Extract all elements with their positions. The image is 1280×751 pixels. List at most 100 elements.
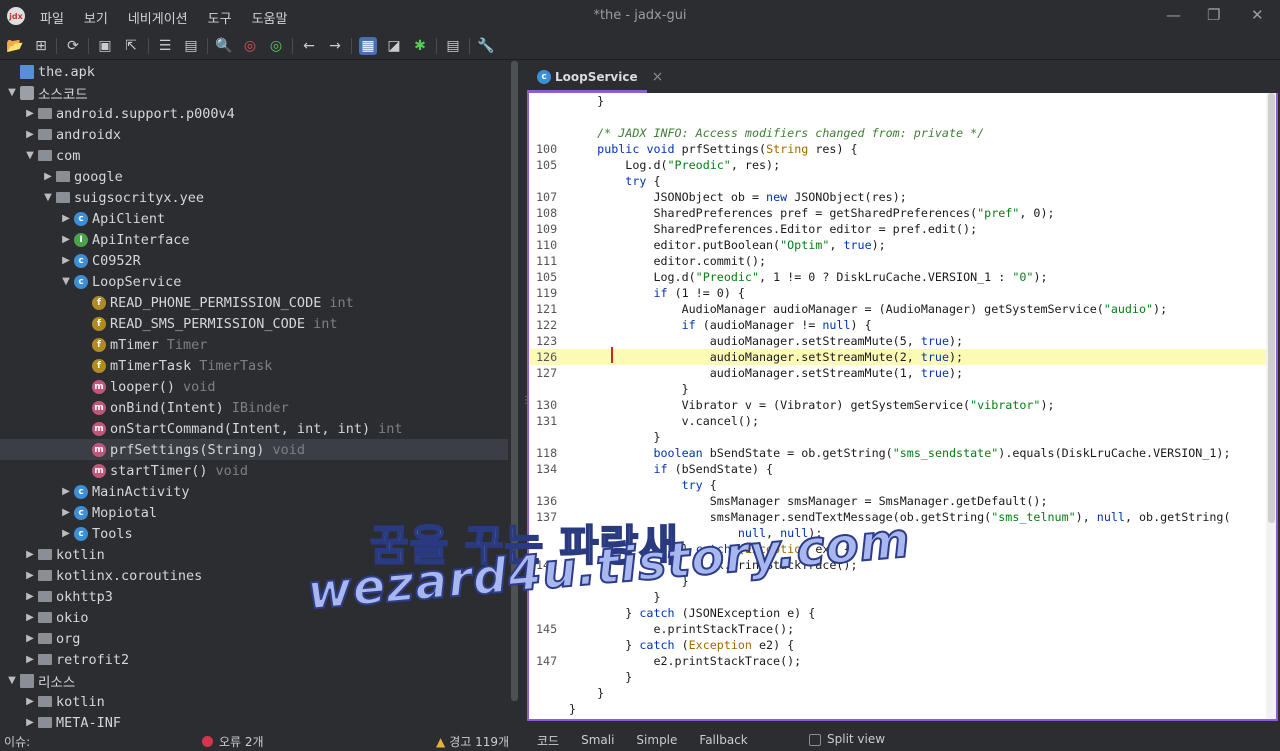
code-line[interactable]: 130 Vibrator v = (Vibrator) getSystemSer… (529, 397, 1276, 413)
tree-item[interactable]: f READ_PHONE_PERMISSION_CODE int (0, 292, 508, 313)
code-line[interactable]: } catch (Exception e2) { (529, 637, 1276, 653)
tree-item[interactable]: m prfSettings(String) void (0, 439, 508, 460)
find-class-icon[interactable]: ◎ (241, 37, 259, 55)
find-usage-icon[interactable]: ◎ (267, 37, 285, 55)
tree-item[interactable]: ▶ org (0, 628, 508, 649)
code-line[interactable]: 107 JSONObject ob = new JSONObject(res); (529, 189, 1276, 205)
collapse-arrow-icon[interactable]: ▼ (58, 276, 74, 287)
code-line[interactable]: try { (529, 173, 1276, 189)
expand-arrow-icon[interactable]: ▶ (58, 507, 74, 518)
collapse-arrow-icon[interactable]: ▼ (4, 87, 20, 98)
tree-item[interactable]: ▼ com (0, 145, 508, 166)
code-line[interactable]: 110 editor.putBoolean("Optim", true); (529, 237, 1276, 253)
tree-item[interactable]: ▶ google (0, 166, 508, 187)
expand-arrow-icon[interactable]: ▶ (40, 171, 56, 182)
tree-item[interactable]: ▶ kotlin (0, 691, 508, 712)
tree-item[interactable]: m looper() void (0, 376, 508, 397)
code-line[interactable]: null, null); (529, 525, 1276, 541)
collapse-arrow-icon[interactable]: ▼ (40, 192, 56, 203)
tree-item[interactable]: m onStartCommand(Intent, int, int) int (0, 418, 508, 439)
debug-icon[interactable]: ✱ (411, 37, 429, 55)
tree-item[interactable]: f READ_SMS_PERMISSION_CODE int (0, 313, 508, 334)
sync-icon[interactable]: ☰ (156, 37, 174, 55)
code-line[interactable]: 111 editor.commit(); (529, 253, 1276, 269)
expand-arrow-icon[interactable]: ▶ (22, 570, 38, 581)
tab-close-icon[interactable]: × (652, 69, 664, 85)
editor-scrollbar[interactable] (1266, 93, 1276, 719)
code-line[interactable] (529, 109, 1276, 125)
tab-smali[interactable]: Smali (581, 733, 614, 747)
tree-item[interactable]: ▶ okio (0, 607, 508, 628)
code-line[interactable]: 121 AudioManager audioManager = (AudioMa… (529, 301, 1276, 317)
settings-icon[interactable]: 🔧 (477, 37, 495, 55)
tree-item[interactable]: ▼ c LoopService (0, 271, 508, 292)
expand-arrow-icon[interactable]: ▶ (22, 591, 38, 602)
expand-arrow-icon[interactable]: ▶ (22, 549, 38, 560)
tree-item[interactable]: ▶ retrofit2 (0, 649, 508, 670)
code-line[interactable]: 100 public void prfSettings(String res) … (529, 141, 1276, 157)
expand-arrow-icon[interactable]: ▶ (22, 108, 38, 119)
code-line[interactable]: } (529, 589, 1276, 605)
code-line[interactable]: 141 ex.printStackTrace(); (529, 557, 1276, 573)
code-line[interactable]: 108 SharedPreferences pref = getSharedPr… (529, 205, 1276, 221)
tree-item[interactable]: ▶ kotlinx.coroutines (0, 565, 508, 586)
expand-arrow-icon[interactable]: ▶ (22, 612, 38, 623)
expand-arrow-icon[interactable]: ▶ (22, 633, 38, 644)
add-files-icon[interactable]: ⊞ (32, 37, 50, 55)
tab-code[interactable]: 코드 (537, 732, 559, 749)
code-line[interactable]: 109 SharedPreferences.Editor editor = pr… (529, 221, 1276, 237)
menu-item[interactable]: 네비게이션 (128, 8, 188, 27)
code-line[interactable]: 134 if (bSendState) { (529, 461, 1276, 477)
tree-item[interactable]: ▶ c C0952R (0, 250, 508, 271)
log-viewer-icon[interactable]: ▤ (444, 37, 462, 55)
quark-icon[interactable]: ◪ (385, 37, 403, 55)
tree-scrollbar[interactable] (509, 61, 519, 729)
expand-arrow-icon[interactable]: ▶ (58, 213, 74, 224)
menu-item[interactable]: 파일 (40, 8, 64, 27)
tree-item[interactable]: ▶ c Tools (0, 523, 508, 544)
expand-arrow-icon[interactable]: ▶ (22, 717, 38, 728)
tree-item[interactable]: ▶ META-INF (0, 712, 508, 730)
save-all-icon[interactable]: ▣ (96, 37, 114, 55)
export-icon[interactable]: ⇱ (122, 37, 140, 55)
code-editor[interactable]: } /* JADX INFO: Access modifiers changed… (527, 93, 1278, 721)
expand-arrow-icon[interactable]: ▶ (22, 696, 38, 707)
code-line[interactable]: 137 smsManager.sendTextMessage(ob.getStr… (529, 509, 1276, 525)
expand-arrow-icon[interactable]: ▶ (22, 129, 38, 140)
tree-item[interactable]: the.apk (0, 61, 508, 82)
reload-icon[interactable]: ⟳ (64, 37, 82, 55)
collapse-arrow-icon[interactable]: ▼ (4, 675, 20, 686)
tab-fallback[interactable]: Fallback (699, 733, 747, 747)
search-icon[interactable]: 🔍 (215, 37, 233, 55)
panel-splitter[interactable]: ⋮ (519, 61, 531, 729)
code-line[interactable]: } (529, 93, 1276, 109)
expand-arrow-icon[interactable]: ▶ (58, 255, 74, 266)
code-line[interactable]: 131 v.cancel(); (529, 413, 1276, 429)
tree-item[interactable]: f mTimerTask TimerTask (0, 355, 508, 376)
code-line[interactable]: } (529, 669, 1276, 685)
expand-arrow-icon[interactable]: ▶ (58, 234, 74, 245)
code-line[interactable]: 127 audioManager.setStreamMute(1, true); (529, 365, 1276, 381)
tab-simple[interactable]: Simple (636, 733, 677, 747)
code-line[interactable]: try { (529, 477, 1276, 493)
code-line[interactable]: } catch (JSONException e) { (529, 605, 1276, 621)
menu-item[interactable]: 보기 (84, 8, 108, 27)
split-view-checkbox[interactable] (809, 734, 821, 746)
open-file-icon[interactable]: 📂 (6, 37, 24, 55)
tree-item[interactable]: ▶ c Mopiotal (0, 502, 508, 523)
tab-loopservice[interactable]: c LoopService × (537, 61, 663, 93)
tree-scrollbar-thumb[interactable] (511, 61, 518, 701)
code-line[interactable]: } (529, 573, 1276, 589)
code-line[interactable]: /* JADX INFO: Access modifiers changed f… (529, 125, 1276, 141)
warnings-indicator[interactable]: ▲ 경고 119개 (436, 733, 509, 750)
code-line[interactable]: 118 boolean bSendState = ob.getString("s… (529, 445, 1276, 461)
minimize-icon[interactable]: — (1166, 6, 1181, 24)
code-line[interactable]: 123 audioManager.setStreamMute(5, true); (529, 333, 1276, 349)
code-line[interactable]: } (529, 685, 1276, 701)
code-line[interactable]: 122 if (audioManager != null) { (529, 317, 1276, 333)
code-line[interactable]: } catch (Exception ex) { (529, 541, 1276, 557)
code-line[interactable]: 126 audioManager.setStreamMute(2, true); (529, 349, 1276, 365)
tree-item[interactable]: ▼ 소스코드 (0, 82, 508, 103)
code-line[interactable]: 147 e2.printStackTrace(); (529, 653, 1276, 669)
collapse-arrow-icon[interactable]: ▼ (22, 150, 38, 161)
